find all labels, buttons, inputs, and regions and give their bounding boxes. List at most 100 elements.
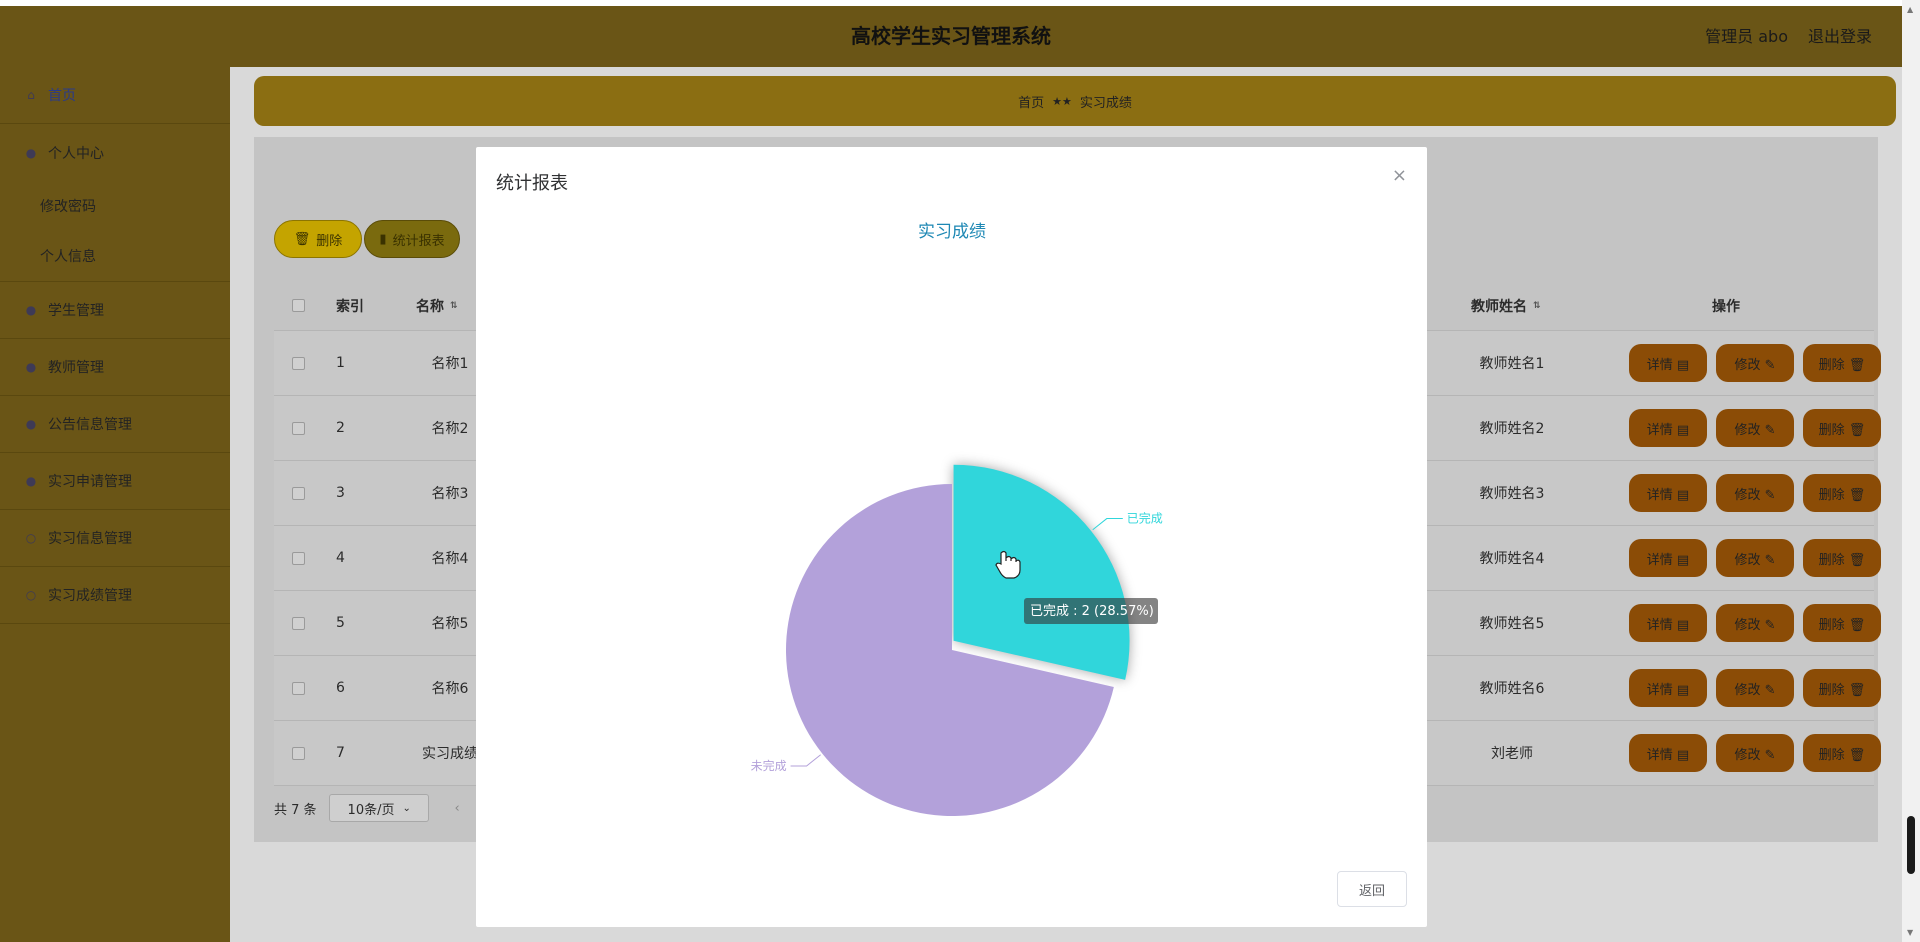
row-select-cell <box>292 656 305 720</box>
cell-teacher: 教师姓名4 <box>1479 551 1545 567</box>
scrollbar-thumb[interactable] <box>1907 816 1915 874</box>
cell-teacher: 刘老师 <box>1491 746 1533 762</box>
row-delete-button[interactable]: 删除 🗑 <box>1803 669 1881 707</box>
app-title: 高校学生实习管理系统 <box>851 24 1051 48</box>
row-checkbox[interactable] <box>292 551 305 565</box>
scroll-down-icon[interactable]: ▼ <box>1907 928 1913 937</box>
detail-button[interactable]: 详情 ▤ <box>1629 604 1707 642</box>
detail-button[interactable]: 详情 ▤ <box>1629 409 1707 447</box>
row-checkbox[interactable] <box>292 421 305 435</box>
cell-teacher: 教师姓名5 <box>1479 616 1545 632</box>
page-size-value: 10条/页 <box>347 802 395 818</box>
sidebar: ⌂ 首页 ● 个人中心 修改密码 个人信息 ● 学生管理 ● 教师管理 ● 公告… <box>0 67 230 942</box>
row-delete-button[interactable]: 删除 🗑 <box>1803 474 1881 512</box>
delete-button[interactable]: 🗑 删除 <box>274 220 362 258</box>
row-select-cell <box>292 396 305 460</box>
sidebar-item-personal-center[interactable]: ● 个人中心 <box>0 124 230 181</box>
return-button[interactable]: 返回 <box>1337 871 1407 907</box>
header-index: 索引 <box>336 298 364 315</box>
sidebar-item-home[interactable]: ⌂ 首页 <box>0 67 230 124</box>
stats-button-label: 统计报表 <box>392 233 445 249</box>
cell-teacher: 教师姓名6 <box>1479 681 1545 697</box>
delete-button-label: 删除 <box>316 233 343 249</box>
pie-label-line-0 <box>1092 518 1123 531</box>
detail-button[interactable]: 详情 ▤ <box>1629 344 1707 382</box>
header-name[interactable]: 名称 ⇅ <box>416 281 458 330</box>
sidebar-subitem-personal-info[interactable]: 个人信息 <box>0 231 230 281</box>
stats-report-button[interactable]: ▮ 统计报表 <box>364 220 460 258</box>
edit-button[interactable]: 修改 ✎ <box>1716 734 1794 772</box>
sort-icon: ⇅ <box>450 300 458 311</box>
row-delete-button[interactable]: 删除 🗑 <box>1803 734 1881 772</box>
chart-title: 实习成绩 <box>918 222 986 242</box>
sidebar-item-label: 实习成绩管理 <box>48 588 132 604</box>
header-teacher[interactable]: 教师姓名 ⇅ <box>1471 281 1541 330</box>
edit-button[interactable]: 修改 ✎ <box>1716 539 1794 577</box>
edit-button[interactable]: 修改 ✎ <box>1716 669 1794 707</box>
sidebar-item-student[interactable]: ● 学生管理 <box>0 282 230 339</box>
sidebar-item-teacher[interactable]: ● 教师管理 <box>0 339 230 396</box>
cell-index: 7 <box>336 745 345 761</box>
row-checkbox[interactable] <box>292 681 305 695</box>
breadcrumb: 首页 ★★ 实习成绩 <box>254 76 1896 126</box>
header-actions: 操作 <box>1712 298 1740 315</box>
trash-icon: 🗑 <box>293 231 311 247</box>
cell-teacher: 教师姓名1 <box>1479 356 1545 372</box>
sidebar-item-label: 公告信息管理 <box>48 417 132 433</box>
edit-button[interactable]: 修改 ✎ <box>1716 344 1794 382</box>
page-scrollbar[interactable]: ▲ ▼ <box>1902 0 1920 942</box>
row-select-cell <box>292 721 305 785</box>
cell-teacher: 教师姓名2 <box>1479 421 1545 437</box>
row-checkbox[interactable] <box>292 746 305 760</box>
edit-button[interactable]: 修改 ✎ <box>1716 604 1794 642</box>
sidebar-subitem-change-password[interactable]: 修改密码 <box>0 181 230 231</box>
teacher-icon: ● <box>25 360 37 374</box>
close-icon[interactable]: × <box>1392 165 1407 186</box>
row-delete-button[interactable]: 删除 🗑 <box>1803 344 1881 382</box>
admin-label: 管理员 abo <box>1705 27 1788 46</box>
cell-index: 2 <box>336 420 345 436</box>
logout-link[interactable]: 退出登录 <box>1808 6 1872 67</box>
page-size-select[interactable]: 10条/页 ⌄ <box>328 794 429 822</box>
stats-report-dialog: 统计报表 × 实习成绩 已完成 未完成 已完成 : 2 (28.57%) 返回 <box>476 147 1427 927</box>
row-checkbox[interactable] <box>292 486 305 500</box>
row-delete-button[interactable]: 删除 🗑 <box>1803 539 1881 577</box>
row-checkbox[interactable] <box>292 616 305 630</box>
sidebar-item-label: 实习申请管理 <box>48 474 132 490</box>
header-teacher-label: 教师姓名 <box>1471 298 1527 315</box>
sidebar-item-info[interactable]: ○ 实习信息管理 <box>0 510 230 567</box>
sidebar-group-personal: ● 个人中心 修改密码 个人信息 <box>0 124 230 282</box>
breadcrumb-current: 实习成绩 <box>1079 95 1132 111</box>
detail-button[interactable]: 详情 ▤ <box>1629 669 1707 707</box>
sidebar-item-notice[interactable]: ● 公告信息管理 <box>0 396 230 453</box>
sidebar-item-apply[interactable]: ● 实习申请管理 <box>0 453 230 510</box>
sort-icon: ⇅ <box>1533 300 1541 311</box>
row-delete-button[interactable]: 删除 🗑 <box>1803 604 1881 642</box>
edit-button[interactable]: 修改 ✎ <box>1716 409 1794 447</box>
sidebar-item-label: 实习信息管理 <box>48 531 132 547</box>
scroll-up-icon[interactable]: ▲ <box>1907 5 1913 14</box>
chart-tooltip: 已完成 : 2 (28.57%) <box>1024 598 1158 624</box>
detail-button[interactable]: 详情 ▤ <box>1629 734 1707 772</box>
prev-page-button[interactable]: ‹ <box>455 801 460 816</box>
app-header: 高校学生实习管理系统 管理员 abo 退出登录 <box>0 6 1902 67</box>
row-delete-button[interactable]: 删除 🗑 <box>1803 409 1881 447</box>
cell-index: 6 <box>336 680 345 696</box>
select-all-checkbox[interactable] <box>292 299 305 312</box>
detail-button[interactable]: 详情 ▤ <box>1629 539 1707 577</box>
cell-index: 5 <box>336 615 345 631</box>
notice-icon: ● <box>25 417 37 431</box>
score-icon: ○ <box>25 588 37 602</box>
bar-chart-icon: ▮ <box>379 231 387 247</box>
row-checkbox[interactable] <box>292 356 305 370</box>
cell-index: 3 <box>336 485 345 501</box>
edit-button[interactable]: 修改 ✎ <box>1716 474 1794 512</box>
breadcrumb-separator: ★★ <box>1052 94 1072 108</box>
chevron-down-icon: ⌄ <box>402 802 411 814</box>
select-all-cell <box>292 281 305 330</box>
sidebar-item-label: 首页 <box>48 88 76 104</box>
sidebar-item-score[interactable]: ○ 实习成绩管理 <box>0 567 230 624</box>
pie-slice-0[interactable] <box>953 464 1130 680</box>
detail-button[interactable]: 详情 ▤ <box>1629 474 1707 512</box>
breadcrumb-home[interactable]: 首页 <box>1018 92 1044 111</box>
